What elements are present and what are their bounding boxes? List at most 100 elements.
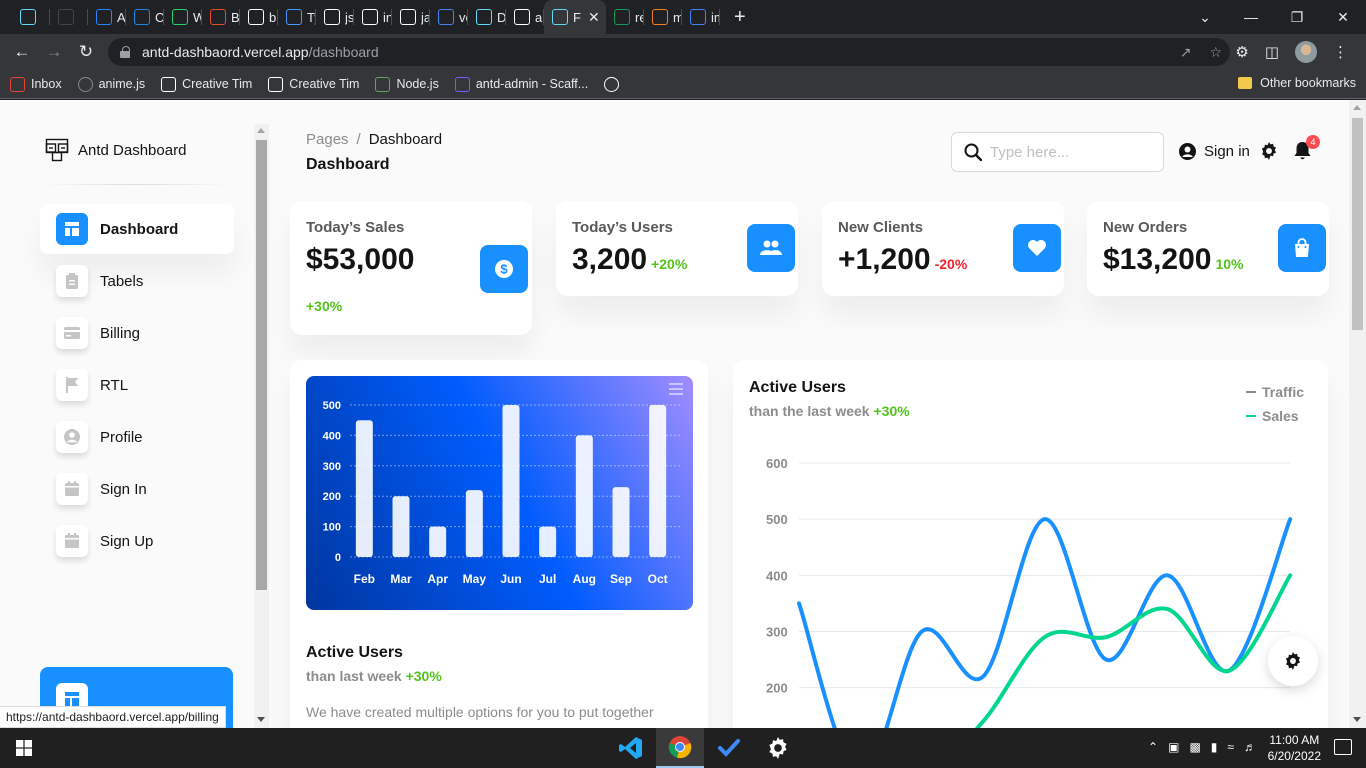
bar-mar[interactable] <box>392 496 410 557</box>
browser-tab[interactable] <box>12 0 50 34</box>
sidebar-item-label: Dashboard <box>100 220 179 238</box>
windows-start-icon[interactable] <box>16 740 32 756</box>
bar-y-tick-label: 200 <box>323 491 341 503</box>
browser-tab[interactable] <box>50 0 88 34</box>
close-tab-icon[interactable]: ✕ <box>588 9 600 26</box>
search-input[interactable] <box>990 143 1150 161</box>
browser-tab[interactable]: antd <box>506 0 544 34</box>
vscode-taskbar-icon[interactable] <box>607 728 655 768</box>
battery-icon[interactable]: ▮ <box>1211 740 1218 754</box>
bookmark-item[interactable]: Creative Tim <box>161 76 252 92</box>
sidebar-item-sign-up[interactable]: Sign Up <box>40 516 234 566</box>
sidebar-item-dashboard[interactable]: Dashboard <box>40 204 234 254</box>
bookmark-item[interactable] <box>604 76 625 92</box>
credit-card-icon <box>56 317 88 349</box>
bookmark-star-icon[interactable]: ☆ <box>1209 44 1222 61</box>
browser-tab[interactable]: blue <box>240 0 278 34</box>
chrome-taskbar-icon[interactable] <box>656 728 704 768</box>
browser-tab[interactable]: read <box>606 0 644 34</box>
sidebar-item-rtl[interactable]: RTL <box>40 360 234 410</box>
scroll-down-arrow-icon[interactable] <box>257 717 265 722</box>
browser-tab[interactable]: Typi <box>278 0 316 34</box>
share-icon[interactable]: ↗ <box>1180 44 1192 61</box>
meet-now-icon[interactable]: ▣ <box>1168 740 1179 754</box>
close-window-button[interactable]: ✕ <box>1320 9 1366 26</box>
sidebar-item-sign-in[interactable]: Sign In <box>40 464 234 514</box>
breadcrumb-pages[interactable]: Pages <box>306 131 349 148</box>
browser-tab[interactable]: Wha <box>164 0 202 34</box>
browser-tab[interactable]: jaxk <box>392 0 430 34</box>
line-card-subtitle: than the last week +30% <box>749 403 910 419</box>
tray-chevron-icon[interactable]: ⌃ <box>1148 740 1158 754</box>
tab-search-icon[interactable]: ⌄ <box>1182 9 1228 26</box>
browser-tab[interactable]: mar <box>644 0 682 34</box>
legend-marker <box>1245 415 1256 417</box>
bookmark-item[interactable]: antd-admin - Scaff... <box>454 76 588 92</box>
sidebar-scrollbar[interactable] <box>254 124 269 728</box>
line-series-sales[interactable] <box>799 573 1293 728</box>
page-scrollbar-thumb[interactable] <box>1352 118 1363 330</box>
sidebar-scrollbar-thumb[interactable] <box>256 140 267 590</box>
search-box[interactable] <box>951 132 1164 172</box>
scroll-down-arrow-icon[interactable] <box>1353 717 1361 722</box>
forward-button[interactable]: → <box>38 42 70 62</box>
profile-avatar[interactable] <box>1295 41 1317 63</box>
sidebar-item-billing[interactable]: Billing <box>40 308 234 358</box>
browser-tab[interactable]: Dep <box>468 0 506 34</box>
bar-jun[interactable] <box>502 405 520 557</box>
side-panel-icon[interactable]: ◫ <box>1265 43 1279 61</box>
todo-taskbar-icon[interactable] <box>705 728 753 768</box>
bookmark-item[interactable]: Creative Tim <box>268 76 359 92</box>
maximize-button[interactable]: ❐ <box>1274 9 1320 26</box>
browser-tab[interactable]: Colo <box>126 0 164 34</box>
settings-taskbar-icon[interactable] <box>754 728 802 768</box>
bookmark-item[interactable]: Node.js <box>375 76 439 92</box>
new-tab-button[interactable]: + <box>734 6 746 29</box>
minimize-button[interactable]: — <box>1228 9 1274 25</box>
bar-apr[interactable] <box>429 526 447 557</box>
bar-oct[interactable] <box>649 405 667 557</box>
bookmark-item[interactable]: anime.js <box>77 76 145 92</box>
bar-feb[interactable] <box>355 420 373 557</box>
browser-tab[interactable]: Blue <box>202 0 240 34</box>
legend-item[interactable]: Traffic <box>1245 384 1304 400</box>
browser-tab[interactable]: js pr <box>316 0 354 34</box>
sidebar-item-tabels[interactable]: Tabels <box>40 256 234 306</box>
browser-tab[interactable]: vers <box>430 0 468 34</box>
menu-kebab-icon[interactable]: ⋮ <box>1333 43 1348 61</box>
line-card-title: Active Users <box>749 379 846 396</box>
line-y-tick-label: 400 <box>766 568 788 583</box>
chart-menu-icon[interactable] <box>669 383 683 398</box>
wifi-icon[interactable]: ≈ <box>1227 740 1234 754</box>
browser-tab[interactable]: Avat <box>88 0 126 34</box>
task-manager-icon[interactable]: ▩ <box>1189 740 1200 754</box>
browser-tab[interactable]: F ✕ <box>544 0 606 34</box>
bar-aug[interactable] <box>575 435 593 557</box>
line-series-traffic[interactable] <box>797 517 1293 728</box>
brand[interactable]: Antd Dashboard <box>45 138 186 162</box>
settings-gear-icon[interactable] <box>1260 142 1278 160</box>
bookmark-item[interactable]: Inbox <box>10 76 62 92</box>
scroll-up-arrow-icon[interactable] <box>1353 105 1361 110</box>
browser-tab[interactable]: insta <box>354 0 392 34</box>
taskbar-clock[interactable]: 11:00 AM 6/20/2022 <box>1268 732 1321 764</box>
scroll-up-arrow-icon[interactable] <box>257 128 265 133</box>
signin-link[interactable]: Sign in <box>1179 143 1250 160</box>
extensions-icon[interactable]: ⚙ <box>1235 43 1248 61</box>
browser-tab[interactable]: imag <box>682 0 720 34</box>
action-center-icon[interactable] <box>1334 739 1352 755</box>
bar-jul[interactable] <box>539 526 557 557</box>
sidebar-item-profile[interactable]: Profile <box>40 412 234 462</box>
bar-may[interactable] <box>465 490 483 557</box>
volume-icon[interactable]: ♬ <box>1244 740 1256 754</box>
address-bar[interactable]: antd-dashbaord.vercel.app/dashboard ↗ ☆ <box>108 38 1230 66</box>
page-scrollbar[interactable] <box>1349 100 1366 728</box>
square-icon <box>324 9 340 25</box>
reload-button[interactable]: ↻ <box>70 42 102 62</box>
other-bookmarks[interactable]: Other bookmarks <box>1238 76 1356 90</box>
lock-icon[interactable] <box>120 46 130 58</box>
bar-sep[interactable] <box>612 487 630 557</box>
settings-fab-button[interactable] <box>1268 636 1318 686</box>
back-button[interactable]: ← <box>6 42 38 62</box>
legend-label: Traffic <box>1261 384 1304 400</box>
